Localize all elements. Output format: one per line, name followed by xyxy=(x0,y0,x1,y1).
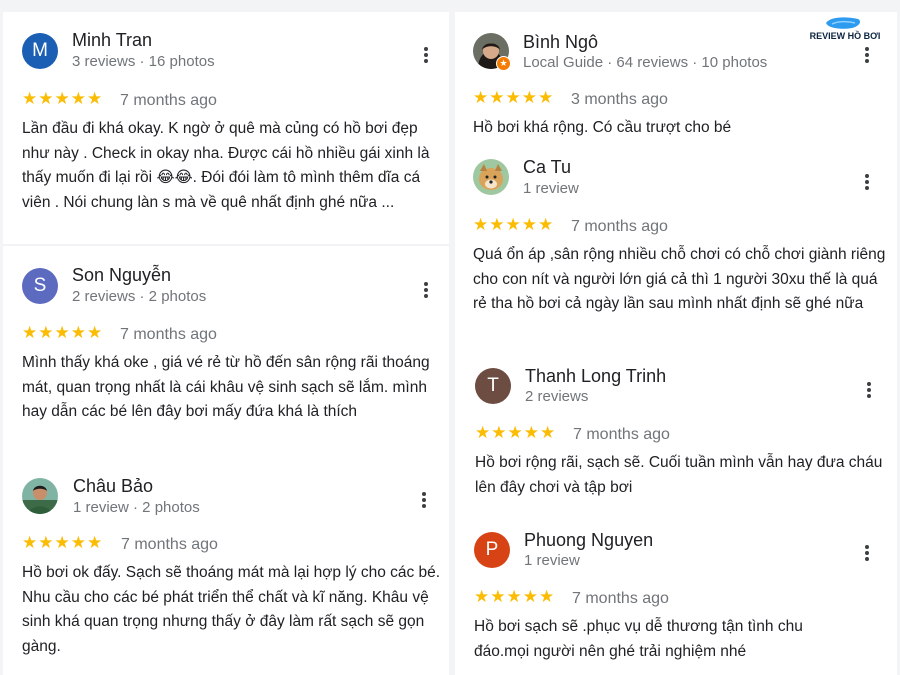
review-text: Mình thấy khá oke , giá vé rẻ từ hồ đến … xyxy=(22,354,430,420)
reviewer-meta: 1 review xyxy=(524,552,580,569)
star-rating: ★★★★★ xyxy=(473,215,555,234)
star-rating: ★★★★★ xyxy=(473,88,555,107)
person-photo-icon xyxy=(22,478,58,514)
logo-text: REVIEW HỒ BƠI xyxy=(809,31,881,41)
avatar[interactable]: T xyxy=(475,368,511,404)
review-text: Hồ bơi khá rộng. Có cầu trượt cho bé xyxy=(473,119,732,136)
review-time: 7 months ago xyxy=(573,426,670,443)
star-rating: ★★★★★ xyxy=(474,587,556,606)
review-text: Quá ổn áp ,sân rộng nhiều chỗ chơi có ch… xyxy=(473,246,886,312)
more-options-icon[interactable] xyxy=(860,172,874,192)
reviewer-name[interactable]: Bình Ngô xyxy=(523,32,598,53)
star-rating: ★★★★★ xyxy=(22,323,104,342)
more-options-icon[interactable] xyxy=(860,45,874,65)
avatar[interactable]: P xyxy=(474,532,510,568)
review-time: 3 months ago xyxy=(571,91,668,108)
reviewer-name[interactable]: Phuong Nguyen xyxy=(524,530,653,551)
more-options-icon[interactable] xyxy=(419,45,433,65)
reviewer-meta: 1 review xyxy=(523,180,579,197)
avatar[interactable]: S xyxy=(22,268,58,304)
review-time: 7 months ago xyxy=(572,590,669,607)
reviewer-meta: 1 review · 2 photos xyxy=(73,499,200,516)
divider xyxy=(3,244,449,246)
avatar[interactable] xyxy=(473,159,509,195)
reviewer-meta: 2 reviews xyxy=(525,388,589,405)
reviewer-meta: Local Guide · 64 reviews · 10 photos xyxy=(523,54,768,71)
more-options-icon[interactable] xyxy=(417,490,431,510)
review-text: Hồ bơi sạch sẽ .phục vụ dễ thương tận tì… xyxy=(474,618,803,660)
reviewer-meta: 3 reviews · 16 photos xyxy=(72,53,215,70)
more-options-icon[interactable] xyxy=(862,380,876,400)
reviewer-name[interactable]: Son Nguyễn xyxy=(72,265,171,286)
avatar[interactable]: M xyxy=(22,33,58,69)
review-time: 7 months ago xyxy=(121,536,218,553)
avatar[interactable] xyxy=(22,478,58,514)
star-rating: ★★★★★ xyxy=(475,423,557,442)
review-time: 7 months ago xyxy=(120,326,217,343)
reviewer-name[interactable]: Châu Bảo xyxy=(73,476,153,497)
review-text: Hồ bơi ok đấy. Sạch sẽ thoáng mát mà lại… xyxy=(22,564,441,655)
local-guide-star-icon: ★ xyxy=(496,56,511,71)
review-text: Hồ bơi rộng rãi, sạch sẽ. Cuối tuần mình… xyxy=(475,454,883,496)
review-time: 7 months ago xyxy=(571,218,668,235)
right-review-column xyxy=(455,12,897,675)
star-rating: ★★★★★ xyxy=(22,533,104,552)
water-wave-icon xyxy=(826,17,860,29)
more-options-icon[interactable] xyxy=(419,280,433,300)
reviewer-name[interactable]: Minh Tran xyxy=(72,30,152,51)
dog-photo-icon xyxy=(473,159,509,195)
review-text: Lần đầu đi khá okay. K ngờ ở quê mà củng… xyxy=(22,120,430,211)
reviewer-meta: 2 reviews · 2 photos xyxy=(72,288,207,305)
reviewer-name[interactable]: Ca Tu xyxy=(523,157,571,178)
review-time: 7 months ago xyxy=(120,92,217,109)
star-rating: ★★★★★ xyxy=(22,89,104,108)
more-options-icon[interactable] xyxy=(860,543,874,563)
brand-logo: REVIEW HỒ BƠI xyxy=(800,15,890,45)
reviewer-name[interactable]: Thanh Long Trinh xyxy=(525,366,666,387)
